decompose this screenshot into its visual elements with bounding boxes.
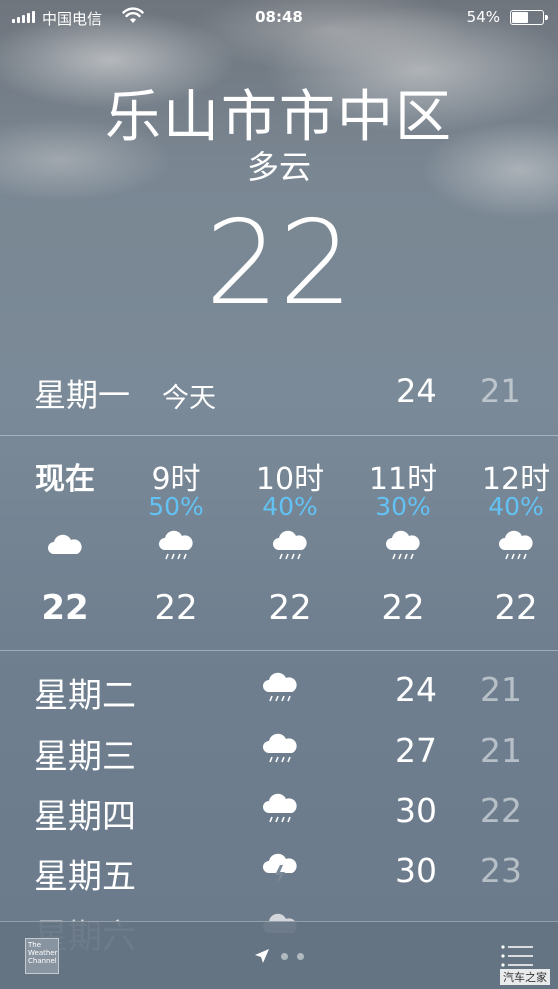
location-arrow-icon[interactable] bbox=[254, 948, 270, 964]
hour-temp: 22 bbox=[494, 588, 538, 628]
precip-chance: 30% bbox=[375, 492, 431, 521]
daily-row: 星期三 27 21 bbox=[0, 721, 558, 781]
list-icon[interactable] bbox=[500, 944, 534, 968]
daily-row: 星期二 24 21 bbox=[0, 660, 558, 720]
hour-temp: 22 bbox=[381, 588, 425, 628]
precip-chance: 40% bbox=[262, 492, 318, 521]
hour-temp: 22 bbox=[268, 588, 312, 628]
today-high-temp: 24 bbox=[396, 372, 437, 410]
today-low-temp: 21 bbox=[480, 372, 521, 410]
day-high-temp: 30 bbox=[395, 791, 437, 830]
current-temperature: 22 bbox=[205, 196, 353, 331]
status-bar: 中国电信 08:48 54% bbox=[0, 0, 558, 36]
weather-condition: 多云 bbox=[246, 148, 311, 186]
day-name: 星期三 bbox=[34, 737, 136, 777]
cloud-rain-icon bbox=[263, 733, 297, 763]
hour-label: 现在 bbox=[35, 462, 95, 497]
cloud-rain-icon bbox=[263, 672, 297, 702]
logo-text: Channel bbox=[28, 957, 57, 965]
logo-text: The bbox=[28, 941, 42, 949]
precip-chance: 40% bbox=[488, 492, 544, 521]
battery-icon bbox=[510, 10, 548, 25]
today-day-name: 星期一 bbox=[34, 376, 131, 414]
day-low-temp: 21 bbox=[480, 670, 522, 709]
day-high-temp: 30 bbox=[395, 851, 437, 890]
cloud-icon bbox=[48, 534, 82, 554]
page-indicator-dot[interactable] bbox=[281, 953, 288, 960]
hourly-forecast[interactable]: 现在 22 9时 50% 22 10时 40% 22 11时 30% 22 12… bbox=[0, 436, 558, 650]
watermark: 汽车之家 bbox=[500, 969, 550, 985]
day-high-temp: 24 bbox=[395, 670, 437, 709]
thunderstorm-icon bbox=[263, 853, 297, 884]
cloud-rain-icon bbox=[499, 530, 533, 560]
bottom-toolbar: The Weather Channel 汽车之家 bbox=[0, 921, 558, 989]
cloud-rain-icon bbox=[273, 530, 307, 560]
precip-chance: 50% bbox=[148, 492, 204, 521]
divider bbox=[0, 650, 558, 651]
daily-row: 星期五 30 23 bbox=[0, 841, 558, 901]
day-low-temp: 22 bbox=[480, 791, 522, 830]
day-low-temp: 23 bbox=[480, 851, 522, 890]
day-name: 星期四 bbox=[34, 797, 136, 837]
weather-channel-logo[interactable]: The Weather Channel bbox=[25, 938, 59, 974]
cloud-rain-icon bbox=[263, 793, 297, 823]
day-name: 星期二 bbox=[34, 676, 136, 716]
day-low-temp: 21 bbox=[480, 731, 522, 770]
day-name: 星期五 bbox=[34, 857, 136, 897]
today-label: 今天 bbox=[162, 383, 216, 414]
page-indicator-dot[interactable] bbox=[297, 953, 304, 960]
battery-percent: 54% bbox=[466, 8, 500, 26]
logo-text: Weather bbox=[28, 949, 58, 957]
day-high-temp: 27 bbox=[395, 731, 437, 770]
daily-row: 星期四 30 22 bbox=[0, 781, 558, 841]
cloud-rain-icon bbox=[386, 530, 420, 560]
city-name: 乐山市市中区 bbox=[105, 85, 453, 150]
cloud-rain-icon bbox=[159, 530, 193, 560]
hour-temp: 22 bbox=[41, 588, 89, 628]
hour-temp: 22 bbox=[154, 588, 198, 628]
today-summary-row: 星期一 今天 24 21 bbox=[0, 366, 558, 414]
